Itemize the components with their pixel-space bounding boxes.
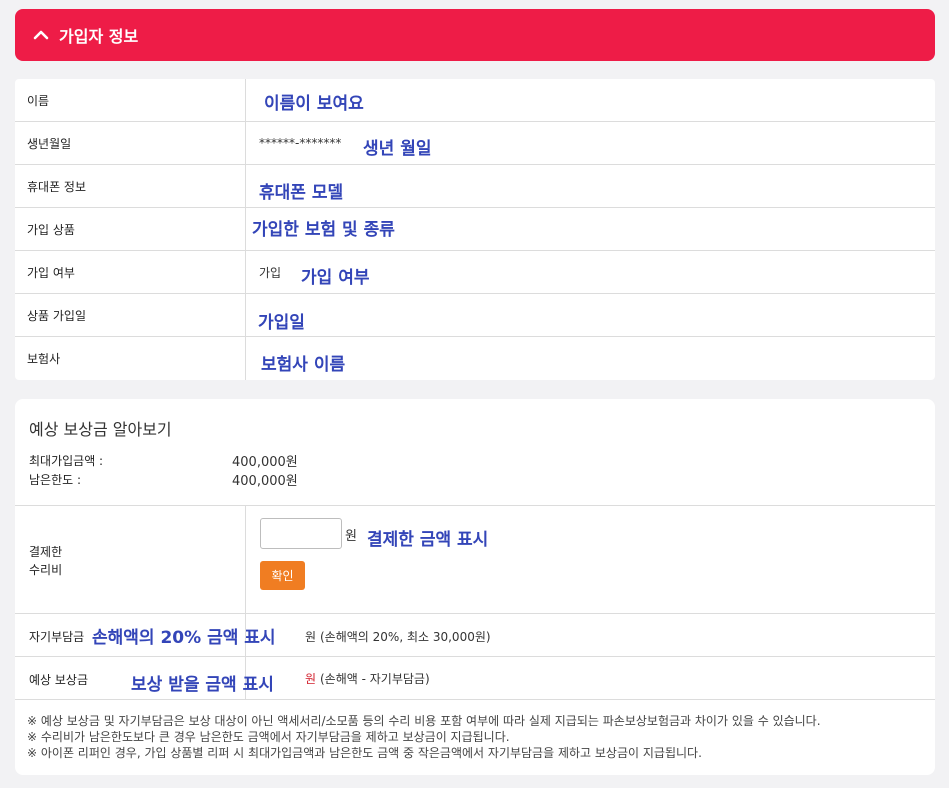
subscriber-info-card: 이름 이름이 보여요 생년월일 ******-******* 생년 월일 휴대폰…	[15, 79, 935, 380]
repair-cost-input[interactable]	[260, 518, 342, 549]
won-unit: 원	[345, 529, 357, 544]
info-row-label: 보험사	[27, 352, 61, 366]
repair-cost-annotation: 결제한 금액 표시	[367, 530, 489, 550]
divider	[15, 505, 935, 506]
info-row-value: ******-*******	[259, 136, 342, 150]
info-row-label: 상품 가입일	[27, 308, 87, 323]
expected-compensation-annotation: 보상 받을 금액 표시	[131, 675, 274, 695]
info-row-annotation: 가입 여부	[301, 268, 370, 288]
info-row-label: 이름	[27, 93, 50, 108]
estimate-card: 예상 보상금 알아보기 최대가입금액 : 400,000원 남은한도 : 400…	[15, 399, 935, 775]
repair-cost-label-line1: 결제한	[29, 545, 63, 559]
note-item: ※ 수리비가 남은한도보다 큰 경우 남은한도 금액에서 자기부담금을 제하고 …	[27, 730, 510, 744]
divider	[15, 656, 935, 657]
info-row-annotation: 가입일	[258, 313, 305, 333]
notes: ※ 예상 보상금 및 자기부담금은 보상 대상이 아닌 액세서리/소모품 등의 …	[27, 713, 927, 761]
expected-unit: 원	[305, 672, 317, 686]
info-row-label: 생년월일	[27, 136, 72, 151]
note-item: ※ 예상 보상금 및 자기부담금은 보상 대상이 아닌 액세서리/소모품 등의 …	[27, 714, 821, 728]
info-row-status: 가입 여부 가입 가입 여부	[15, 251, 935, 294]
info-row-label: 휴대폰 정보	[27, 179, 87, 194]
deductible-label: 자기부담금	[29, 630, 85, 644]
confirm-button[interactable]: 확인	[260, 561, 305, 590]
deductible-note: (손해액의 20%, 최소 30,000원)	[320, 630, 491, 644]
info-row-annotation: 휴대폰 모델	[259, 183, 344, 203]
info-row-phone: 휴대폰 정보 휴대폰 모델	[15, 165, 935, 208]
info-row-join-date: 상품 가입일 가입일	[15, 294, 935, 337]
chevron-up-icon[interactable]	[29, 23, 53, 47]
info-row-label: 가입 상품	[27, 222, 75, 237]
section-title: 가입자 정보	[59, 27, 139, 46]
remaining-limit-value: 400,000원	[232, 474, 298, 489]
info-row-label: 가입 여부	[27, 265, 75, 280]
repair-cost-label-line2: 수리비	[29, 563, 63, 577]
max-amount-label: 최대가입금액 :	[29, 454, 104, 468]
info-row-value: 가입	[259, 266, 282, 280]
info-row-annotation: 가입한 보험 및 종류	[252, 220, 395, 240]
deductible-unit: 원	[305, 630, 317, 644]
estimate-title: 예상 보상금 알아보기	[29, 420, 172, 439]
deductible-annotation: 손해액의 20% 금액 표시	[92, 628, 276, 648]
info-row-annotation: 생년 월일	[363, 139, 432, 159]
section-header[interactable]: 가입자 정보	[15, 9, 935, 61]
expected-compensation-label: 예상 보상금	[29, 673, 89, 687]
expected-note: (손해액 - 자기부담금)	[320, 672, 430, 686]
info-row-product: 가입 상품 가입한 보험 및 종류	[15, 208, 935, 251]
remaining-limit-label: 남은한도 :	[29, 473, 82, 487]
info-row-name: 이름 이름이 보여요	[15, 79, 935, 122]
max-amount-value: 400,000원	[232, 455, 298, 470]
info-row-annotation: 보험사 이름	[261, 355, 346, 375]
info-row-annotation: 이름이 보여요	[264, 94, 364, 114]
info-row-insurer: 보험사 보험사 이름	[15, 337, 935, 380]
divider	[15, 699, 935, 700]
info-row-birthdate: 생년월일 ******-******* 생년 월일	[15, 122, 935, 165]
note-item: ※ 아이폰 리퍼인 경우, 가입 상품별 리퍼 시 최대가입금액과 남은한도 금…	[27, 746, 702, 760]
divider	[15, 613, 935, 614]
